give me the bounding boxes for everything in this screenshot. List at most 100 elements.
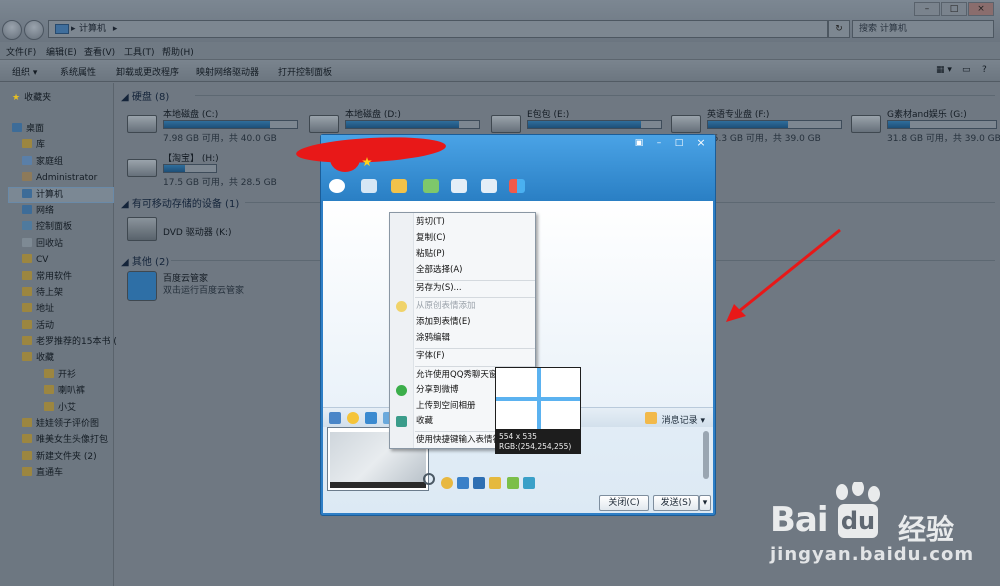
menu-item-add-to-emoticons[interactable]: 添加到表情(E) — [416, 315, 471, 329]
menu-item-upload-album[interactable]: 上传到空间相册 — [416, 399, 476, 413]
maximize-button[interactable]: □ — [941, 2, 967, 16]
edit-icon[interactable] — [489, 477, 501, 489]
qq-close-icon[interactable]: × — [693, 137, 709, 149]
folder-icon — [22, 254, 32, 263]
remote-assist-icon[interactable] — [423, 179, 439, 193]
view-options-icon[interactable]: ▦ ▾ — [936, 65, 952, 75]
menu-item-allow-qq-show[interactable]: 允许使用QQ秀聊天窗 — [416, 368, 497, 382]
sidebar-item-folder[interactable]: 常用软件 — [22, 270, 72, 284]
sidebar-item-folder[interactable]: 娃娃领子评价图 — [22, 417, 99, 431]
sidebar-item-computer[interactable]: 计算机 — [22, 188, 63, 202]
shake-icon[interactable] — [365, 412, 377, 424]
drive-g[interactable]: G素材and娱乐 (G:) 31.8 GB 可用，共 39.0 GB — [839, 107, 1000, 147]
menu-item-font[interactable]: 字体(F) — [416, 349, 445, 363]
organize-button[interactable]: 组织 ▾ — [12, 65, 37, 78]
folder-icon — [22, 467, 32, 476]
sidebar-item-folder[interactable]: 小艾 — [44, 401, 76, 415]
folder-icon — [22, 434, 32, 443]
sidebar-item-desktop[interactable]: 桌面 — [12, 122, 44, 136]
group-other[interactable]: ◢ 其他 (2) — [121, 253, 169, 268]
sidebar-item-folder[interactable]: 地址 — [22, 302, 54, 316]
rotate-icon[interactable] — [507, 477, 519, 489]
sidebar-item-network[interactable]: 网络 — [22, 204, 54, 218]
menu-item-save-as[interactable]: 另存为(S)... — [416, 281, 462, 295]
group-hard-disks[interactable]: ◢ 硬盘 (8) — [121, 88, 169, 103]
address-bar[interactable]: ▸ 计算机 ▸ — [48, 20, 828, 38]
search-input[interactable]: 搜索 计算机 — [852, 20, 994, 38]
dvd-drive[interactable]: DVD 驱动器 (K:) — [115, 215, 285, 255]
menu-edit[interactable]: 编辑(E) — [46, 45, 77, 58]
menu-tools[interactable]: 工具(T) — [124, 45, 155, 58]
system-properties-button[interactable]: 系统属性 — [60, 65, 96, 78]
send-button[interactable]: 发送(S) — [653, 495, 699, 511]
menu-item-select-all[interactable]: 全部选择(A) — [416, 263, 462, 277]
sidebar-item-folder[interactable]: 唯美女生头像打包 — [22, 433, 108, 447]
input-scrollbar[interactable] — [703, 431, 709, 479]
search-placeholder: 搜索 计算机 — [859, 24, 907, 34]
apps-grid-icon[interactable] — [509, 179, 525, 193]
video-call-icon[interactable] — [329, 179, 345, 193]
menu-item-share-weibo[interactable]: 分享到微博 — [416, 383, 459, 397]
magnifier-info: 554 x 535 RGB:(254,254,255) — [495, 430, 581, 454]
message-record-button[interactable]: 消息记录 ▾ — [662, 413, 705, 426]
folder-icon — [22, 451, 32, 460]
help-icon[interactable]: ? — [982, 65, 987, 75]
control-panel-button[interactable]: 打开控制面板 — [278, 65, 332, 78]
folder-icon — [22, 287, 32, 296]
sidebar-item-recycle-bin[interactable]: 回收站 — [22, 237, 63, 251]
menu-item-favorite[interactable]: 收藏 — [416, 414, 433, 428]
forward-button[interactable] — [24, 20, 44, 40]
send-options-button[interactable]: ▾ — [699, 495, 711, 511]
sidebar-item-folder[interactable]: 喇叭裤 — [44, 384, 85, 398]
save-icon[interactable] — [457, 477, 469, 489]
menu-item-doodle-edit[interactable]: 涂鸦编辑 — [416, 331, 450, 345]
emoji-icon[interactable] — [347, 412, 359, 424]
app-icon[interactable] — [481, 179, 497, 193]
minimize-button[interactable]: – — [914, 2, 940, 16]
hard-drive-icon — [671, 115, 701, 133]
font-icon[interactable] — [329, 412, 341, 424]
menu-item-cut[interactable]: 剪切(T) — [416, 215, 445, 229]
map-drive-button[interactable]: 映射网络驱动器 — [196, 65, 259, 78]
menu-item-shortcut-emoticon[interactable]: 使用快捷键输入表情符 — [416, 433, 501, 447]
preview-pane-icon[interactable]: ▭ — [962, 65, 971, 75]
drive-c[interactable]: 本地磁盘 (C:) 7.98 GB 可用，共 40.0 GB — [115, 107, 298, 147]
sidebar-item-folder[interactable]: 新建文件夹 (2) — [22, 450, 97, 464]
refresh-button[interactable]: ↻ — [828, 20, 850, 38]
menu-item-paste[interactable]: 粘贴(P) — [416, 247, 445, 261]
address-text: 计算机 — [79, 24, 107, 34]
baidu-cloud-app[interactable]: 百度云管家 双击运行百度云管家 — [115, 271, 285, 311]
uninstall-button[interactable]: 卸载或更改程序 — [116, 65, 179, 78]
close-chat-button[interactable]: 关闭(C) — [599, 495, 649, 511]
sidebar-item-folder[interactable]: 开衫 — [44, 368, 76, 382]
file-transfer-icon[interactable] — [391, 179, 407, 193]
sidebar-item-libraries[interactable]: 库 — [22, 138, 45, 152]
qq-maximize-button[interactable]: □ — [671, 137, 687, 149]
menu-item-copy[interactable]: 复制(C) — [416, 231, 446, 245]
magnify-icon[interactable] — [423, 473, 435, 485]
sidebar-item-folder[interactable]: 活动 — [22, 319, 54, 333]
sidebar-item-folder[interactable]: 直通车 — [22, 466, 63, 480]
qq-skin-icon[interactable]: ▣ — [631, 137, 647, 149]
back-button[interactable] — [2, 20, 22, 40]
share-icon[interactable] — [523, 477, 535, 489]
group-removable[interactable]: ◢ 有可移动存储的设备 (1) — [121, 195, 239, 210]
sidebar-item-folder[interactable]: 待上架 — [22, 286, 63, 300]
sidebar-item-folder[interactable]: 收藏 — [22, 351, 54, 365]
settings-icon[interactable] — [441, 477, 453, 489]
close-button[interactable]: × — [968, 2, 994, 16]
sidebar-item-administrator[interactable]: Administrator — [22, 171, 97, 185]
menu-file[interactable]: 文件(F) — [6, 45, 36, 58]
voice-call-icon[interactable] — [361, 179, 377, 193]
qq-minimize-button[interactable]: – — [651, 137, 667, 149]
share-screen-icon[interactable] — [451, 179, 467, 193]
drive-h[interactable]: 【淘宝】 (H:) 17.5 GB 可用，共 28.5 GB — [115, 151, 285, 191]
menu-help[interactable]: 帮助(H) — [162, 45, 194, 58]
sidebar-item-folder[interactable]: 老罗推荐的15本书 ( — [22, 335, 117, 349]
sidebar-item-control-panel[interactable]: 控制面板 — [22, 220, 72, 234]
sidebar-item-folder[interactable]: CV — [22, 253, 48, 267]
sidebar-item-favorites[interactable]: ★ 收藏夹 — [12, 91, 51, 105]
sidebar-item-homegroup[interactable]: 家庭组 — [22, 155, 63, 169]
image-icon[interactable] — [473, 477, 485, 489]
menu-view[interactable]: 查看(V) — [84, 45, 115, 58]
